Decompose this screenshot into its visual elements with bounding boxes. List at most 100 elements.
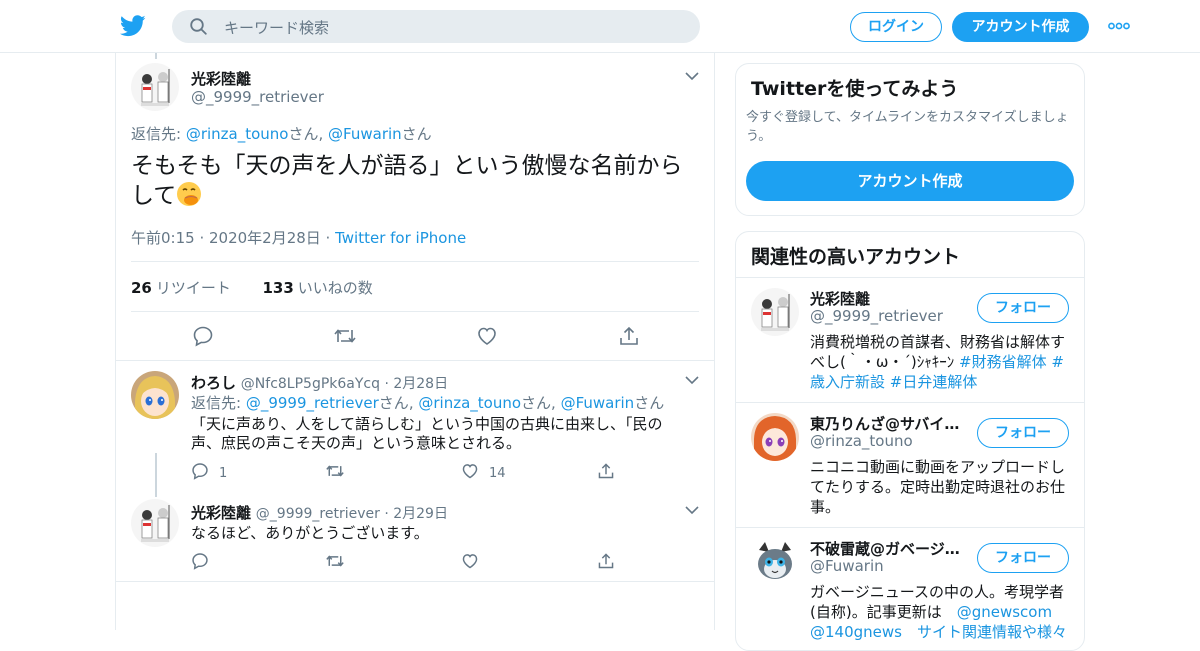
like-action[interactable]: 14 (461, 462, 506, 481)
reply-action[interactable] (191, 552, 219, 571)
tweet-date[interactable]: · 2月29日 (380, 506, 448, 522)
avatar[interactable] (131, 371, 179, 419)
twitter-bird-icon[interactable] (120, 14, 146, 38)
reply-suffix: さん (634, 394, 665, 412)
related-account-name[interactable]: 不破雷蔵@ガベージ… (810, 538, 970, 559)
reply-action[interactable]: 1 (191, 462, 227, 481)
reply-suffix: さん (401, 125, 432, 143)
reply-header: わろし @Nfc8LP5gPk6aYcq · 2月28日 (191, 372, 448, 393)
face-with-hand-over-mouth-emoji-icon (177, 182, 202, 206)
reply-mention[interactable]: @rinza_touno (418, 394, 521, 412)
like-count: 14 (489, 466, 506, 481)
try-twitter-title: Twitterを使ってみよう (751, 78, 959, 100)
retweet-stat[interactable]: 26 リツイート (131, 279, 231, 297)
divider (736, 527, 1084, 528)
reply-count: 1 (219, 466, 228, 481)
share-icon[interactable] (597, 462, 615, 480)
reply-icon[interactable] (191, 552, 209, 570)
tweet-source-link[interactable]: Twitter for iPhone (335, 229, 466, 247)
share-icon[interactable] (618, 325, 640, 347)
related-account-bio: ニコニコ動画に動画をアップロードしてたりする。定時出勤定時退社のお仕事。 (810, 458, 1066, 516)
avatar[interactable] (751, 288, 799, 336)
reply-separator: , (408, 394, 419, 412)
reply-icon[interactable] (192, 325, 214, 347)
top-bar: ログイン アカウント作成 (0, 0, 1200, 53)
like-action[interactable] (461, 552, 489, 571)
reply-suffix: さん (521, 394, 552, 412)
login-button[interactable]: ログイン (850, 12, 942, 42)
divider (131, 311, 699, 312)
tweet-date[interactable]: · 2月28日 (380, 376, 448, 392)
like-stat[interactable]: 133 いいねの数 (262, 279, 372, 297)
tweet-meta: 午前0:15 · 2020年2月28日 · Twitter for iPhone (131, 227, 466, 248)
reply-separator: , (318, 125, 329, 143)
retweet-icon[interactable] (333, 325, 357, 347)
chevron-down-icon[interactable] (685, 505, 699, 515)
share-action[interactable] (597, 462, 625, 481)
chevron-down-icon[interactable] (685, 71, 699, 81)
search-icon (190, 18, 207, 35)
tweet-author-name[interactable]: 光彩陸離 (191, 504, 251, 522)
tweet-author-handle[interactable]: @_9999_retriever (191, 88, 324, 106)
tweet-author-handle[interactable]: @Nfc8LP5gPk6aYcq (241, 376, 380, 392)
search-box[interactable] (172, 10, 700, 45)
reply-icon[interactable] (191, 462, 209, 480)
follow-button[interactable]: フォロー (977, 418, 1069, 448)
avatar[interactable] (751, 413, 799, 461)
bio-mention[interactable]: @140gnews サイト関連情報や様々 (810, 623, 1067, 641)
tweet-author-name[interactable]: 光彩陸離 (191, 68, 251, 89)
retweet-icon[interactable] (325, 462, 345, 480)
divider (736, 402, 1084, 403)
reply-mention[interactable]: @Fuwarin (328, 125, 402, 143)
reply-suffix: さん (288, 125, 319, 143)
like-icon[interactable] (476, 325, 498, 347)
reply-prefix: 返信先: (131, 125, 186, 143)
share-action[interactable] (597, 552, 625, 571)
divider (736, 277, 1084, 278)
like-icon[interactable] (461, 462, 479, 480)
bio-mention[interactable]: @gnewscom (957, 603, 1052, 621)
retweet-action[interactable] (325, 552, 355, 571)
share-icon[interactable] (597, 552, 615, 570)
reply-to-line: 返信先: @rinza_tounoさん, @Fuwarinさん (131, 123, 432, 144)
tweet-author-name[interactable]: わろし (191, 374, 236, 392)
related-account-bio: ガベージニュースの中の人。考現学者(自称)。記事更新は @gnewscom @14… (810, 582, 1072, 642)
reply-separator: , (551, 394, 561, 412)
avatar[interactable] (751, 538, 799, 586)
tweet-timestamp[interactable]: 午前0:15 · 2020年2月28日 · (131, 229, 335, 247)
related-accounts-title: 関連性の高いアカウント (751, 246, 961, 268)
related-account-name[interactable]: 光彩陸離 (810, 288, 970, 309)
divider (131, 261, 699, 262)
tweet-stats: 26 リツイート 133 いいねの数 (131, 277, 373, 298)
related-account-handle[interactable]: @Fuwarin (810, 557, 884, 575)
tweet-text: そもそも「天の声を人が語る」という傲慢な名前からして (131, 151, 701, 211)
follow-button[interactable]: フォロー (977, 293, 1069, 323)
follow-button[interactable]: フォロー (977, 543, 1069, 573)
thread-line (155, 453, 157, 497)
related-account-handle[interactable]: @rinza_touno (810, 432, 913, 450)
related-account-name[interactable]: 東乃りんざ@サバイ… (810, 413, 970, 434)
related-accounts-card: 関連性の高いアカウント 光彩陸離 @_9999_retriever フォロー 消… (735, 231, 1085, 651)
avatar[interactable] (131, 63, 179, 111)
related-account-handle[interactable]: @_9999_retriever (810, 307, 943, 325)
tweet-author-handle[interactable]: @_9999_retriever (256, 506, 380, 522)
more-options-icon[interactable] (1108, 19, 1130, 33)
tweet-text: 「天に声あり、人をして語らしむ」という中国の古典に由来し、「民の声、庶民の声こそ… (191, 415, 663, 452)
signup-button[interactable]: アカウント作成 (952, 12, 1089, 42)
reply-mention[interactable]: @_9999_retriever (246, 394, 379, 412)
like-count: 133 (262, 279, 294, 297)
signup-button[interactable]: アカウント作成 (746, 161, 1074, 201)
avatar[interactable] (131, 499, 179, 547)
retweet-icon[interactable] (325, 552, 345, 570)
related-account-bio: 消費税増税の首謀者、財務省は解体すべし(｀・ω・´)ｼｬｷｰﾝ #財務省解体 #… (810, 332, 1072, 392)
search-input[interactable] (222, 10, 686, 45)
thread-line (155, 53, 157, 59)
reply-mention[interactable]: @Fuwarin (561, 394, 635, 412)
like-label: いいねの数 (297, 279, 373, 297)
tweet-text: なるほど、ありがとうございます。 (191, 524, 429, 542)
retweet-count: 26 (131, 279, 152, 297)
like-icon[interactable] (461, 552, 479, 570)
chevron-down-icon[interactable] (685, 375, 699, 385)
retweet-action[interactable] (325, 462, 355, 481)
reply-mention[interactable]: @rinza_touno (186, 125, 289, 143)
